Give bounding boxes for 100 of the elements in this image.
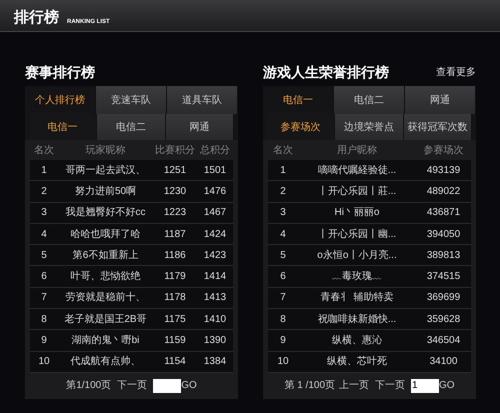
section-title: 赛事排行榜 (25, 62, 95, 82)
table-cell-text: 1476 (202, 184, 228, 199)
table-cell-text: 纵横、芯叶死 (326, 354, 388, 370)
table-cell-text: 34100 (428, 355, 458, 370)
table-cell-text: 我是翘臀好不好cc (64, 206, 146, 220)
table-cell-text: 哥两一起去武汉、 (64, 164, 146, 178)
table-cell-text: 10 (37, 355, 51, 370)
table-cell-text: 努力进前50啊 (74, 184, 138, 199)
table-cell-text: 436871 (426, 206, 462, 220)
table-cell-text: 4 (40, 228, 48, 242)
next-page-link[interactable]: 下一页 (117, 378, 148, 394)
column-header: 名次 (33, 144, 55, 158)
table-cell-text: 湖南的鬼丶嘢bi (70, 334, 140, 348)
tab[interactable]: 电信二 (334, 86, 405, 114)
column-header: 用户昵称 (336, 144, 378, 158)
column-header: 总积分 (199, 144, 231, 158)
table-cell-text: 6 (40, 270, 48, 284)
table-cell-text: 2 (279, 184, 287, 199)
section-title: 游戏人生荣誉排行榜 (263, 62, 389, 82)
table-cell-text: 5 (40, 248, 48, 263)
table-cell-text: 489022 (426, 184, 462, 199)
table-cell-text: 389813 (426, 248, 462, 263)
sub-tab[interactable]: 获得冠军次数 (404, 114, 472, 140)
table-cell-text: 1424 (202, 228, 228, 242)
page-input[interactable] (153, 378, 182, 393)
table-cell-text: 1223 (162, 206, 188, 220)
table-cell-text: 劳资就是稳前十、 (64, 290, 146, 306)
page-title: 排行榜 (14, 10, 59, 25)
tab[interactable]: 电信一 (263, 86, 334, 114)
sub-tab[interactable]: 网通 (166, 114, 234, 140)
more-link[interactable]: 查看更多 (436, 64, 476, 80)
table-cell-text: 老子就是国王2B哥 (63, 312, 148, 327)
table-cell-text: 1187 (163, 228, 187, 242)
table-cell-text: 7 (40, 291, 48, 306)
table-cell-text: 1179 (163, 270, 187, 284)
tab[interactable]: 网通 (405, 86, 476, 114)
table-cell-text: 1178 (163, 291, 187, 306)
table-cell-text: 1230 (162, 184, 188, 199)
table-cell-text: 哈哈也哦拜了哈 (70, 228, 142, 242)
table-cell-text: 7 (279, 291, 287, 306)
table-cell-text: Hi丶丽丽o (333, 206, 380, 220)
table-cell-text: 1467 (202, 206, 228, 220)
table-cell-text: o永恒o丨小月亮... (316, 248, 398, 263)
page-input[interactable]: 1 (411, 378, 440, 393)
table-cell-text: 丨开心乐园丨幽... (316, 228, 398, 242)
table-cell-text: 纵横、惠沁 (331, 334, 383, 348)
table-cell-text: 1410 (202, 312, 228, 327)
table-cell-text: 493139 (426, 164, 462, 178)
table-cell-text: 8 (40, 312, 48, 327)
table-cell-text: 3 (40, 206, 48, 220)
go-button[interactable]: GO (439, 378, 455, 394)
page-indicator: 第 1 /100页 (284, 379, 336, 394)
column-header: 比赛积分 (154, 144, 196, 158)
table-cell-text: 第6不如重新上 (72, 248, 140, 263)
table-cell-text: 3 (279, 206, 287, 220)
table-cell-text: 1 (279, 164, 287, 178)
column-header: 参赛场次 (422, 144, 464, 158)
sub-tab[interactable]: 电信二 (97, 114, 166, 140)
table-cell-text: 1 (40, 164, 48, 178)
table-cell-text: 359628 (426, 312, 462, 327)
go-button[interactable]: GO (181, 378, 197, 394)
table-cell-text: 1159 (163, 334, 187, 348)
table-cell-text: 10 (276, 355, 290, 370)
table-cell-text: ﹏毒玫瑰﹏ (331, 270, 383, 284)
table-cell-text: 1186 (163, 248, 187, 263)
table-cell-text: 1384 (202, 355, 228, 370)
table-cell-text: 9 (279, 334, 287, 348)
table-cell-text: 6 (279, 270, 287, 284)
page-indicator: 第1/100页 (66, 379, 112, 394)
table-cell-text: 1390 (202, 334, 228, 348)
table-cell-text: 374515 (426, 270, 462, 284)
next-page-link[interactable]: 下一页 (375, 378, 406, 394)
table-cell-text: 代成航有点帅、 (70, 354, 142, 370)
table-cell-text: 青春丬 辅助特卖 (320, 290, 394, 306)
column-header: 名次 (272, 144, 294, 158)
table-cell-text: 1175 (163, 312, 187, 327)
column-header: 玩家昵称 (84, 144, 126, 158)
table-cell-text: 1251 (162, 164, 188, 178)
table-cell-text: 5 (279, 248, 287, 263)
table-cell-text: 祝咖啡妹新婚快... (316, 312, 398, 327)
table-cell-text: 1423 (202, 248, 228, 263)
tab[interactable]: 个人排行榜 (25, 86, 96, 114)
table-cell-text: 394050 (426, 228, 462, 242)
table-cell-text: 2 (40, 184, 48, 199)
prev-page-link[interactable]: 上一页 (339, 378, 370, 394)
tab[interactable]: 竞速车队 (96, 86, 167, 114)
table-cell-text: 丨开心乐园丨莊... (316, 184, 398, 199)
table-cell-text: 9 (40, 334, 48, 348)
table-cell-text: 346504 (426, 334, 462, 348)
tab[interactable]: 道具车队 (167, 86, 238, 114)
sub-tab[interactable]: 边境荣誉点 (335, 114, 404, 140)
table-cell-text: 8 (279, 312, 287, 327)
table-cell-text: 1501 (202, 164, 228, 178)
table-cell-text: 1413 (202, 291, 228, 306)
table-cell-text: 4 (279, 228, 287, 242)
table-cell-text: 嘀嘀代嘱経验徒... (316, 164, 398, 178)
table-cell-text: 叶哥、悲恸欲绝 (70, 270, 142, 284)
table-cell-text: 1154 (163, 355, 187, 370)
table-cell-text: 369699 (426, 291, 462, 306)
table-cell-text: 1414 (202, 270, 228, 284)
